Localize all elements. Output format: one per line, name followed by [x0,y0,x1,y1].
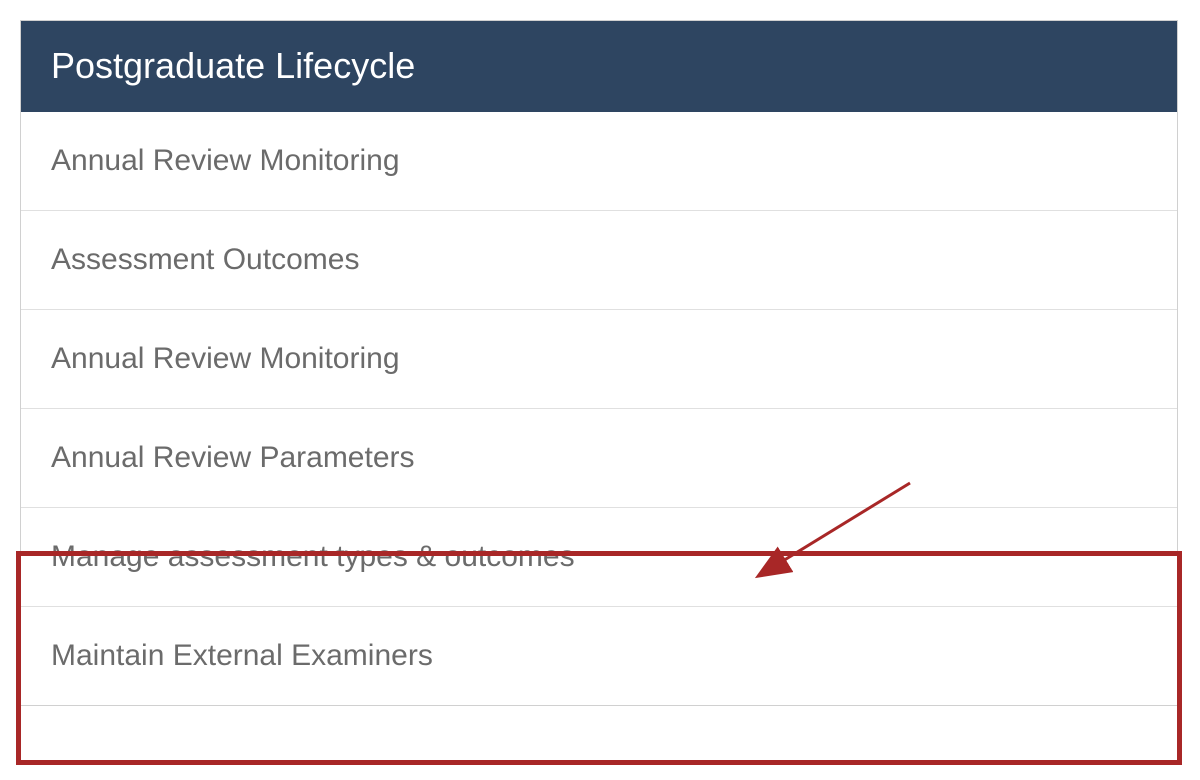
menu-item-manage-assessment-types[interactable]: Manage assessment types & outcomes [21,508,1177,607]
postgraduate-lifecycle-panel: Postgraduate Lifecycle Annual Review Mon… [20,20,1178,706]
menu-item-label: Annual Review Monitoring [51,342,400,375]
menu-item-maintain-external-examiners[interactable]: Maintain External Examiners [21,607,1177,705]
menu-item-assessment-outcomes[interactable]: Assessment Outcomes [21,211,1177,310]
panel-title: Postgraduate Lifecycle [21,21,1177,112]
menu-list: Annual Review Monitoring Assessment Outc… [21,112,1177,705]
menu-item-label: Assessment Outcomes [51,243,359,276]
menu-item-annual-review-parameters[interactable]: Annual Review Parameters [21,409,1177,508]
menu-item-label: Maintain External Examiners [51,639,433,672]
menu-item-annual-review-monitoring[interactable]: Annual Review Monitoring [21,112,1177,211]
menu-item-annual-review-monitoring-2[interactable]: Annual Review Monitoring [21,310,1177,409]
menu-item-label: Annual Review Monitoring [51,144,400,177]
menu-item-label: Annual Review Parameters [51,441,415,474]
menu-item-label: Manage assessment types & outcomes [51,540,575,573]
